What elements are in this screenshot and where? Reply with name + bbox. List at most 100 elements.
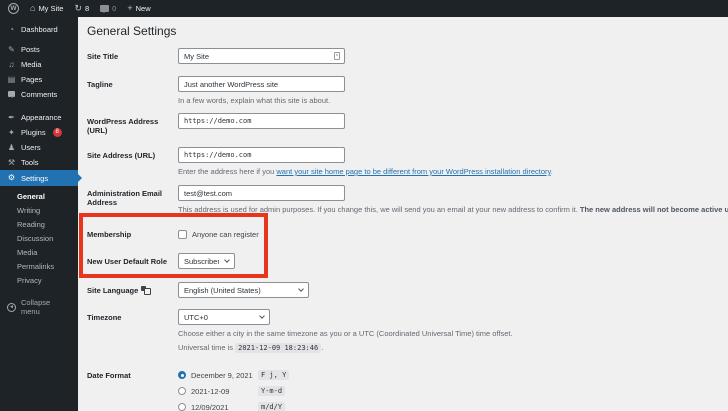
site-title-input[interactable]: [178, 48, 345, 64]
sidebar-item-label: Plugins: [21, 128, 46, 137]
sidebar-item-plugins[interactable]: ✦ Plugins 8: [0, 125, 78, 140]
anyone-can-register-label: Anyone can register: [192, 230, 259, 239]
date-format-code: m/d/Y: [258, 402, 285, 411]
submenu-item-discussion[interactable]: Discussion: [0, 232, 78, 246]
appearance-icon: ✒: [7, 114, 16, 122]
wordpress-address-input[interactable]: [178, 113, 345, 129]
date-format-code: Y-m-d: [258, 386, 285, 396]
timezone-help: Choose either a city in the same timezon…: [178, 329, 728, 338]
plus-icon: +: [127, 4, 132, 13]
admin-email-label: Administration Email Address: [87, 185, 178, 207]
date-format-option-label: 2021-12-09: [191, 387, 253, 396]
sidebar-item-dashboard[interactable]: ◔ Dashboard: [0, 22, 78, 37]
wordpress-logo-menu[interactable]: W: [8, 3, 19, 14]
site-address-input[interactable]: [178, 147, 345, 163]
submenu-item-privacy[interactable]: Privacy: [0, 274, 78, 288]
anyone-can-register-checkbox[interactable]: [178, 230, 187, 239]
media-icon: ♫: [7, 61, 16, 69]
sidebar-item-settings[interactable]: ⚙ Settings: [0, 170, 78, 186]
sidebar-item-media[interactable]: ♫ Media: [0, 57, 78, 72]
page-title: General Settings: [87, 24, 728, 38]
field-row-date-format: Date Format December 9, 2021 F j, Y 2021…: [87, 367, 728, 411]
field-row-site-title: Site Title: [87, 48, 728, 64]
posts-icon: ✎: [7, 46, 16, 54]
my-site-menu[interactable]: ⌂ My Site: [30, 4, 63, 13]
settings-submenu: General Writing Reading Discussion Media…: [0, 186, 78, 288]
timezone-label: Timezone: [87, 309, 178, 322]
sidebar-item-label: Posts: [21, 45, 40, 54]
chevron-down-icon: [259, 313, 265, 319]
plugins-icon: ✦: [7, 129, 16, 137]
updates-menu[interactable]: ↻ 8: [74, 4, 89, 13]
submenu-item-writing[interactable]: Writing: [0, 204, 78, 218]
autofill-icon[interactable]: [334, 52, 340, 60]
sidebar-item-appearance[interactable]: ✒ Appearance: [0, 110, 78, 125]
submenu-item-reading[interactable]: Reading: [0, 218, 78, 232]
field-row-admin-email: Administration Email Address This addres…: [87, 185, 728, 214]
tools-icon: ⚒: [7, 159, 16, 167]
sidebar-item-users[interactable]: ♟ Users: [0, 140, 78, 155]
date-format-radio[interactable]: [178, 371, 186, 379]
wordpress-address-label: WordPress Address (URL): [87, 113, 178, 135]
new-label: New: [136, 4, 151, 13]
admin-email-input[interactable]: [178, 185, 345, 201]
site-title-label: Site Title: [87, 48, 178, 61]
site-address-help-link[interactable]: want your site home page to be different…: [276, 167, 550, 176]
field-row-timezone: Timezone UTC+0 Choose either a city in t…: [87, 309, 728, 352]
chevron-down-icon: [298, 286, 304, 292]
tagline-input[interactable]: [178, 76, 345, 92]
collapse-menu-button[interactable]: ◄ Collapse menu: [0, 298, 78, 316]
sidebar-item-label: Settings: [21, 174, 48, 183]
admin-sidebar: ◔ Dashboard ✎ Posts ♫ Media ▤ Pages Comm…: [0, 17, 78, 411]
admin-bar: W ⌂ My Site ↻ 8 0 + New: [0, 0, 728, 17]
home-icon: ⌂: [30, 4, 35, 13]
comments-menu[interactable]: 0: [100, 4, 116, 13]
sidebar-item-pages[interactable]: ▤ Pages: [0, 72, 78, 87]
field-row-site-language: Site Language English (United States): [87, 282, 728, 298]
submenu-item-media[interactable]: Media: [0, 246, 78, 260]
sidebar-item-comments[interactable]: Comments: [0, 87, 78, 102]
my-site-label: My Site: [38, 4, 63, 13]
settings-page: General Settings Site Title Tagline In a…: [78, 17, 728, 411]
sidebar-item-label: Dashboard: [21, 25, 58, 34]
site-address-help: Enter the address here if you want your …: [178, 167, 728, 176]
universal-time-value: 2021-12-09 18:23:46: [235, 343, 321, 353]
tagline-help: In a few words, explain what this site i…: [178, 96, 728, 105]
site-language-select[interactable]: English (United States): [178, 282, 309, 298]
comments-count: 0: [112, 4, 116, 13]
universal-time-text: Universal time is 2021-12-09 18:23:46.: [178, 343, 728, 352]
submenu-item-permalinks[interactable]: Permalinks: [0, 260, 78, 274]
site-address-label: Site Address (URL): [87, 147, 178, 160]
comments-icon: [7, 91, 16, 99]
date-format-code: F j, Y: [258, 370, 289, 380]
date-format-radio[interactable]: [178, 387, 186, 395]
timezone-select[interactable]: UTC+0: [178, 309, 270, 325]
field-row-tagline: Tagline In a few words, explain what thi…: [87, 76, 728, 105]
date-format-option-label: December 9, 2021: [191, 371, 253, 380]
date-format-radio[interactable]: [178, 403, 186, 411]
date-format-label: Date Format: [87, 367, 178, 380]
wordpress-logo-icon: W: [8, 3, 19, 14]
pages-icon: ▤: [7, 76, 16, 84]
sidebar-item-posts[interactable]: ✎ Posts: [0, 42, 78, 57]
submenu-item-general[interactable]: General: [0, 190, 78, 204]
sidebar-item-tools[interactable]: ⚒ Tools: [0, 155, 78, 170]
site-language-label: Site Language: [87, 282, 178, 295]
sidebar-item-label: Media: [21, 60, 41, 69]
default-role-label: New User Default Role: [87, 253, 178, 266]
new-content-menu[interactable]: + New: [127, 4, 150, 13]
default-role-select[interactable]: Subscriber: [178, 253, 235, 269]
field-row-membership: Membership Anyone can register: [87, 228, 728, 239]
dashboard-icon: ◔: [7, 26, 16, 34]
users-icon: ♟: [7, 144, 16, 152]
collapse-menu-label: Collapse menu: [21, 298, 71, 316]
settings-icon: ⚙: [7, 174, 16, 182]
collapse-arrow-icon: ◄: [7, 303, 16, 312]
date-format-option-label: 12/09/2021: [191, 403, 253, 411]
tagline-label: Tagline: [87, 76, 178, 89]
admin-email-help: This address is used for admin purposes.…: [178, 205, 728, 214]
field-row-wordpress-address: WordPress Address (URL): [87, 113, 728, 135]
plugins-update-badge: 8: [53, 128, 62, 137]
membership-label: Membership: [87, 228, 178, 239]
sidebar-item-label: Users: [21, 143, 41, 152]
